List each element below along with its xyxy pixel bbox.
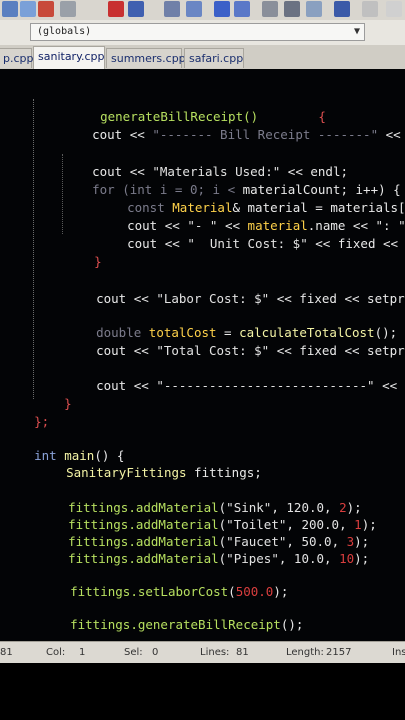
status-sel-value: 0	[152, 647, 159, 658]
undo-icon[interactable]	[108, 1, 124, 17]
status-length-label: Length:	[286, 647, 324, 658]
replace-icon[interactable]	[186, 1, 202, 17]
run-icon[interactable]	[284, 1, 300, 17]
find-icon[interactable]	[164, 1, 180, 17]
status-insert-mode: Ins	[392, 647, 405, 658]
status-length-value: 2157	[326, 647, 352, 658]
toolbar	[0, 0, 405, 21]
debug-icon[interactable]	[362, 1, 378, 17]
status-col-value: 1	[79, 647, 86, 658]
code-line: fittings.generateBillReceipt();	[70, 617, 304, 632]
status-line-number: 81	[0, 647, 13, 658]
fold-guide	[33, 99, 35, 399]
status-lines-label: Lines:	[200, 647, 230, 658]
compile-run-icon[interactable]	[306, 1, 322, 17]
status-bar: 81 Col: 1 Sel: 0 Lines: 81 Length: 2157 …	[0, 641, 405, 664]
save-icon[interactable]	[2, 1, 18, 17]
tab-safari-cpp[interactable]: safari.cpp	[184, 48, 244, 68]
save-all-icon[interactable]	[20, 1, 36, 17]
scope-combo-value: (globals)	[37, 26, 92, 37]
scope-bar: (globals) ▼	[0, 20, 405, 46]
screen-bezel	[0, 663, 405, 720]
chevron-down-icon[interactable]: ▼	[354, 24, 360, 40]
status-sel-label: Sel:	[124, 647, 143, 658]
status-col-label: Col:	[46, 647, 66, 658]
code-line: cout << " Unit Cost: $" << fixed <<	[127, 236, 399, 251]
tab-p-cpp[interactable]: p.cpp	[0, 48, 34, 68]
close-file-icon[interactable]	[38, 1, 54, 17]
code-line: cout << "---------------------------" <<	[96, 378, 398, 393]
tab-sanitary-cpp[interactable]: sanitary.cpp	[33, 46, 105, 69]
code-editor[interactable]: generateBillReceipt() { cout << "-------…	[0, 69, 405, 641]
unindent-icon[interactable]	[234, 1, 250, 17]
redo-icon[interactable]	[128, 1, 144, 17]
rebuild-icon[interactable]	[334, 1, 350, 17]
scope-combo[interactable]: (globals) ▼	[30, 23, 365, 41]
print-icon[interactable]	[60, 1, 76, 17]
profile-icon[interactable]	[386, 1, 402, 17]
status-lines-value: 81	[236, 647, 249, 658]
editor-tabs: p.cpp sanitary.cpp summers.cpp safari.cp…	[0, 45, 405, 70]
compile-icon[interactable]	[262, 1, 278, 17]
tab-summers-cpp[interactable]: summers.cpp	[106, 48, 186, 68]
indent-icon[interactable]	[214, 1, 230, 17]
